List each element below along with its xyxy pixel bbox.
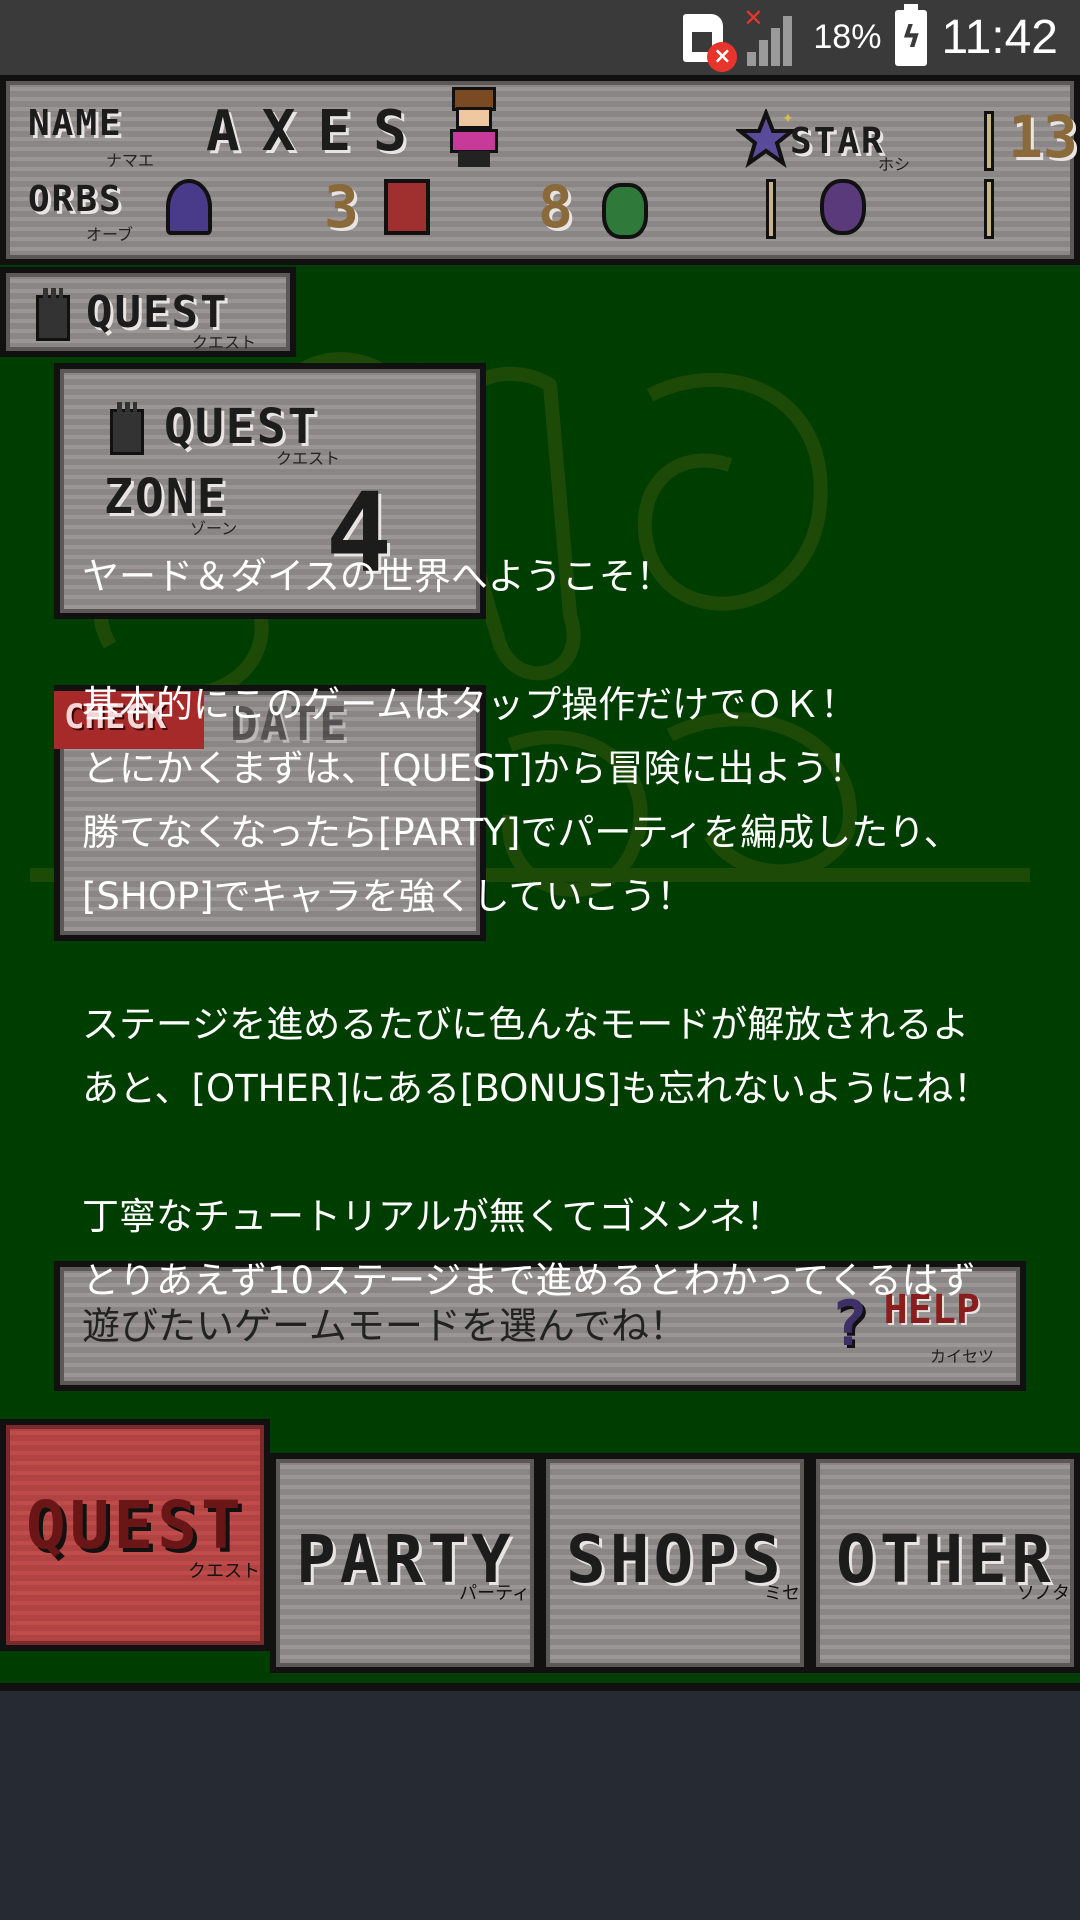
battery-charging-icon: ϟ: [895, 3, 928, 66]
signal-no-service-icon: ✕: [743, 4, 799, 66]
help-kana: カイセツ: [929, 1347, 994, 1366]
nav-party-kana: パーティ: [459, 1583, 530, 1604]
nav-shops-button[interactable]: SHOPS ミセ: [540, 1453, 810, 1673]
star-icon: ✦: [736, 109, 796, 168]
purple-skull-orb-icon: [820, 179, 866, 235]
player-header: NAME ナマエ AXES ORBS オーブ 3 8 1 1 ✦ STAR ホシ…: [0, 75, 1080, 265]
section-tab-kana: クエスト: [192, 333, 257, 352]
red-castle-orb-icon: [384, 179, 430, 235]
status-bar: × ✕ 18% ϟ 11:42: [0, 0, 1080, 75]
nav-shops-kana: ミセ: [764, 1583, 800, 1604]
nav-quest-label: QUEST: [26, 1487, 245, 1564]
dialog-line: あと、[OTHER]にある[BONUS]も忘れないようにね！: [82, 1067, 991, 1110]
dialog-line: 勝てなくなったら[PARTY]でパーティを編成したり、: [82, 811, 961, 854]
orb-gauge-green: [766, 179, 776, 239]
orbs-label-kana: オーブ: [86, 225, 134, 244]
nav-quest-kana: クエスト: [188, 1561, 260, 1582]
nav-other-button[interactable]: OTHER ソノタ: [810, 1453, 1080, 1673]
dialog-line: [82, 609, 1080, 673]
star-count: 13: [1008, 103, 1078, 171]
blue-flame-orb-icon: [166, 179, 212, 235]
orbs-label: ORBS: [28, 179, 123, 220]
zone-label-kana: ゾーン: [190, 519, 238, 538]
player-name: AXES: [206, 99, 429, 164]
name-label-kana: ナマエ: [106, 151, 155, 170]
nav-other-kana: ソノタ: [1016, 1583, 1070, 1604]
tower-icon: [110, 402, 144, 455]
nav-party-button[interactable]: PARTY パーティ: [270, 1453, 540, 1673]
battery-percent: 18%: [813, 18, 882, 56]
dialog-line: とにかくまずは、[QUEST]から冒険に出よう！: [82, 747, 866, 790]
dialog-line: とりあえず10ステージまで進めるとわかってくるはず: [82, 1259, 976, 1302]
orb-gauge-purple: [984, 179, 994, 239]
game-bottom-border: [0, 1683, 1080, 1691]
orb-count-blue: 3: [324, 173, 359, 241]
dialog-line: 基本的にこのゲームはタップ操作だけでＯＫ！: [82, 683, 858, 726]
dialog-line: [82, 929, 1080, 993]
star-gauge: [984, 111, 994, 171]
orb-count-red: 8: [538, 173, 573, 241]
dialog-line: 丁寧なチュートリアルが無くてゴメンネ！: [82, 1195, 783, 1238]
nav-shops-label: SHOPS: [566, 1521, 785, 1598]
name-label: NAME: [28, 103, 123, 144]
section-tab-quest: QUEST クエスト: [0, 267, 296, 357]
green-leaf-orb-icon: [602, 183, 648, 239]
hero-sprite: [444, 87, 504, 167]
sim-error-icon: ×: [679, 10, 738, 72]
dialog-line: ヤード＆ダイスの世界へようこそ！: [82, 555, 673, 598]
star-label: STAR: [790, 121, 885, 162]
tutorial-dialog[interactable]: ヤード＆ダイスの世界へようこそ！ 基本的にこのゲームはタップ操作だけでＯＫ！ と…: [82, 545, 1080, 1313]
zone-title-kana: クエスト: [276, 449, 341, 468]
clock: 11:42: [941, 11, 1058, 64]
tower-icon: [36, 288, 70, 341]
nav-quest-button[interactable]: QUEST クエスト: [0, 1419, 270, 1651]
dialog-line: [SHOP]でキャラを強くしていこう！: [82, 875, 694, 918]
dialog-line: ステージを進めるたびに色んなモードが解放されるよ: [82, 1003, 970, 1046]
star-label-kana: ホシ: [878, 155, 911, 174]
dialog-line: [82, 1121, 1080, 1185]
